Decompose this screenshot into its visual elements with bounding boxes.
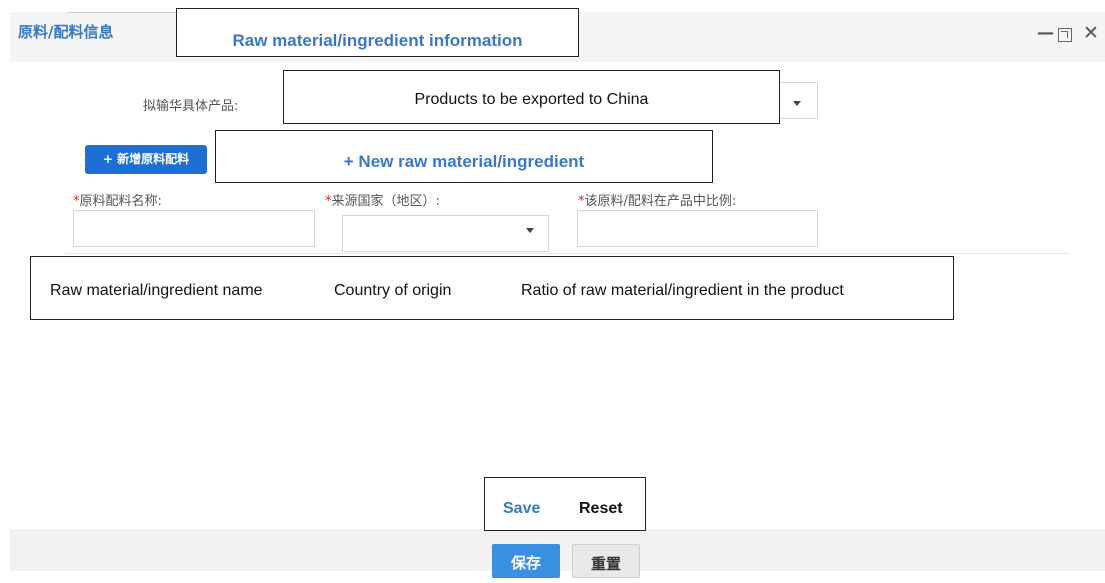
save-button[interactable]: 保存: [492, 544, 560, 578]
ratio-label-text: 该原料/配料在产品中比例:: [584, 194, 737, 209]
product-label: 拟输华具体产品:: [143, 99, 239, 114]
dialog-title: 原料/配料信息: [18, 23, 114, 41]
title-translation-box: Raw material/ingredient information: [176, 8, 579, 57]
header-divider: [68, 12, 178, 13]
add-button-translation: + New raw material/ingredient: [343, 152, 585, 171]
save-translation: Save: [503, 500, 541, 517]
reset-button[interactable]: 重置: [572, 544, 640, 578]
add-ingredient-button[interactable]: + 新增原料配料: [85, 145, 207, 174]
product-translation-box: Products to be exported to China: [283, 70, 780, 124]
reset-translation: Reset: [579, 500, 623, 517]
ingredient-name-label: *原料配料名称:: [73, 190, 162, 209]
country-translation: Country of origin: [334, 282, 452, 299]
title-translation: Raw material/ingredient information: [232, 31, 523, 50]
product-translation: Products to be exported to China: [414, 91, 649, 108]
ratio-label: *该原料/配料在产品中比例:: [578, 190, 736, 209]
add-button-translation-box: + New raw material/ingredient: [215, 130, 713, 183]
country-select[interactable]: [342, 215, 549, 252]
ingredient-name-label-text: 原料配料名称:: [79, 194, 162, 209]
chevron-down-icon[interactable]: [526, 228, 534, 233]
minimize-icon[interactable]: —: [1037, 24, 1054, 42]
country-label-text: 来源国家（地区）:: [331, 194, 440, 209]
ingredient-name-input[interactable]: [73, 210, 315, 247]
form-divider: [65, 253, 1070, 254]
maximize-icon[interactable]: [1058, 28, 1072, 42]
name-translation: Raw material/ingredient name: [50, 282, 263, 299]
footer-translation-box: Save Reset: [484, 477, 646, 531]
ratio-input[interactable]: [577, 210, 818, 247]
chevron-down-icon[interactable]: [793, 101, 801, 106]
close-icon[interactable]: ✕: [1083, 24, 1099, 43]
column-translations-box: Raw material/ingredient name Country of …: [30, 256, 954, 320]
country-label: *来源国家（地区）:: [325, 190, 440, 209]
ratio-translation: Ratio of raw material/ingredient in the …: [521, 282, 844, 299]
